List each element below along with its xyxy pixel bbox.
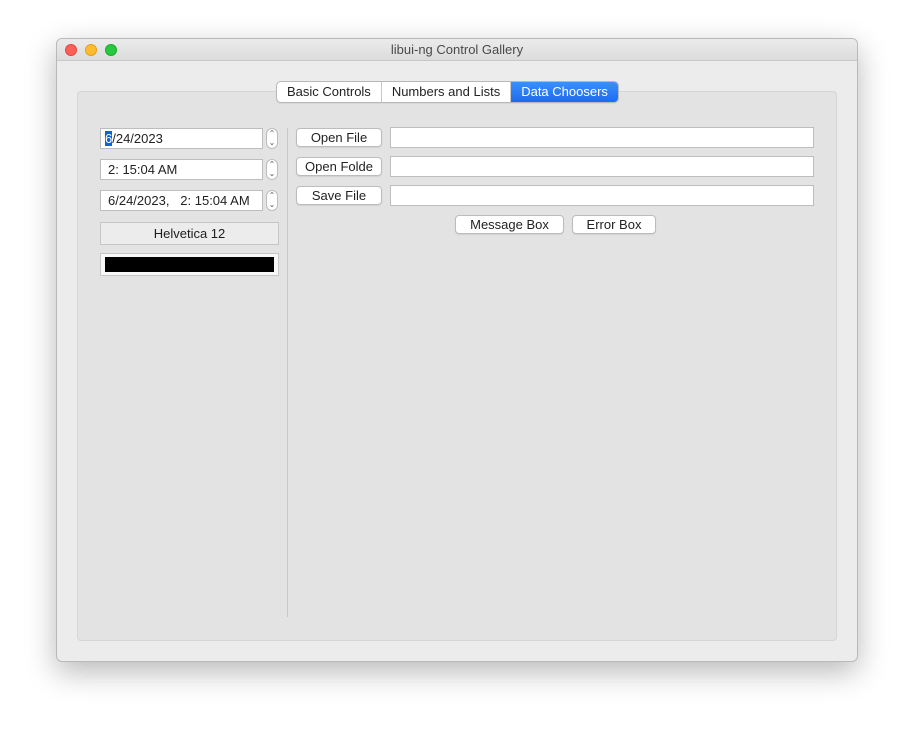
- stepper-down-icon[interactable]: ⌄: [267, 169, 277, 178]
- time-stepper[interactable]: ⌃ ⌄: [266, 159, 278, 180]
- tab-numbers-and-lists[interactable]: Numbers and Lists: [382, 82, 512, 102]
- open-file-button[interactable]: Open File: [296, 128, 382, 147]
- stepper-up-icon[interactable]: ⌃: [267, 191, 277, 200]
- color-swatch: [105, 257, 274, 272]
- open-folder-entry[interactable]: [390, 156, 814, 177]
- tab-bar: Basic Controls Numbers and Lists Data Ch…: [276, 81, 619, 103]
- vertical-separator: [287, 128, 288, 617]
- open-folder-button[interactable]: Open Folde: [296, 157, 382, 176]
- save-file-button[interactable]: Save File: [296, 186, 382, 205]
- app-window: libui-ng Control Gallery Basic Controls …: [56, 38, 858, 662]
- stepper-up-icon[interactable]: ⌃: [267, 129, 277, 138]
- date-rest-segment[interactable]: /24/2023: [112, 131, 163, 146]
- message-box-button[interactable]: Message Box: [455, 215, 564, 234]
- date-picker[interactable]: 6/24/2023: [100, 128, 263, 149]
- tab-data-choosers[interactable]: Data Choosers: [511, 82, 618, 102]
- stepper-down-icon[interactable]: ⌄: [267, 200, 277, 209]
- time-picker-value: 2: 15:04 AM: [108, 162, 178, 177]
- open-file-entry[interactable]: [390, 127, 814, 148]
- tab-basic-controls[interactable]: Basic Controls: [277, 82, 382, 102]
- window-title: libui-ng Control Gallery: [390, 42, 524, 57]
- color-button[interactable]: [100, 253, 279, 276]
- error-box-button[interactable]: Error Box: [572, 215, 656, 234]
- date-picker-value: 6/24/2023: [105, 131, 163, 146]
- datetime-stepper[interactable]: ⌃ ⌄: [266, 190, 278, 211]
- font-button[interactable]: Helvetica 12: [100, 222, 279, 245]
- save-file-entry[interactable]: [390, 185, 814, 206]
- time-picker[interactable]: 2: 15:04 AM: [100, 159, 263, 180]
- date-stepper[interactable]: ⌃ ⌄: [266, 128, 278, 149]
- stepper-down-icon[interactable]: ⌄: [267, 138, 277, 147]
- stepper-up-icon[interactable]: ⌃: [267, 160, 277, 169]
- datetime-picker[interactable]: 6/24/2023, 2: 15:04 AM: [100, 190, 263, 211]
- datetime-picker-value: 6/24/2023, 2: 15:04 AM: [108, 193, 250, 208]
- title-bar[interactable]: libui-ng Control Gallery: [57, 39, 857, 61]
